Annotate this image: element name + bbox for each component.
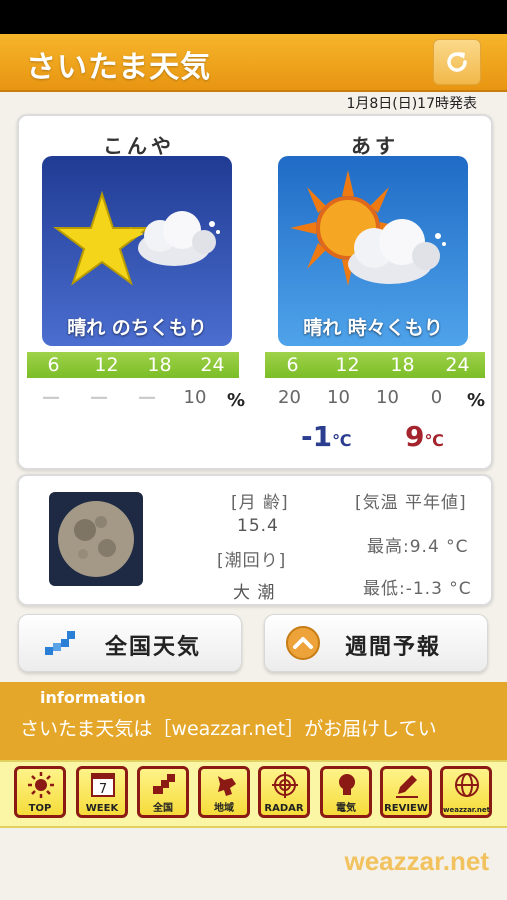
bottom-toolbar: TOP 7 WEEK 全国 地域 RADAR 電気 REVIEW weazzar… [0, 760, 507, 828]
toolbar-label: WEEK [85, 803, 119, 814]
weather-label-tomorrow: 晴れ 時々くもり [303, 317, 443, 339]
normal-high: 最高:9.4 °C [367, 537, 469, 557]
refresh-button[interactable] [433, 39, 481, 85]
info-panel: [月 齢] 15.4 [潮回り] 大 潮 [気温 平年値] 最高:9.4 °C … [17, 474, 493, 606]
information-text: さいたま天気は［weazzar.net］がお届けしてい [20, 718, 437, 740]
weather-image-tonight: 晴れ のちくもり [42, 156, 232, 346]
pop-value: 20 [278, 387, 301, 408]
forecast-title: こんや [103, 134, 175, 158]
pop-value: — [42, 387, 60, 408]
forecast-panel: こんや 晴れ のちくもり 6 12 18 24 — — — 10 % あす 晴れ… [17, 114, 493, 470]
moon-age-value: 15.4 [237, 516, 279, 536]
hour-label: 18 [390, 354, 415, 376]
toolbar-label: TOP [28, 803, 52, 814]
bulb-icon [339, 774, 355, 795]
pop-value: 0 [430, 387, 443, 408]
radar-icon [272, 772, 298, 798]
toolbar-label: 全国 [153, 803, 173, 814]
national-weather-label: 全国天気 [105, 635, 202, 660]
refresh-icon [447, 52, 467, 72]
full-moon-icon [58, 501, 134, 577]
min-temp: -1℃ [301, 420, 351, 453]
calendar-icon: 7 [91, 773, 115, 797]
tide-label: [潮回り] [217, 551, 287, 571]
temp-unit: ℃ [424, 431, 444, 450]
toolbar-top-button[interactable]: TOP [14, 766, 66, 818]
status-bar [0, 0, 507, 34]
toolbar-weazzar-button[interactable]: weazzar.net [440, 766, 492, 818]
app-title: さいたま天気 [26, 50, 212, 85]
globe-icon [455, 773, 479, 797]
moon-image [49, 492, 143, 586]
weather-label-tonight: 晴れ のちくもり [67, 317, 207, 339]
pop-value: 10 [327, 387, 350, 408]
toolbar-label: REVIEW [384, 803, 428, 814]
hour-label: 24 [200, 354, 225, 376]
national-weather-button[interactable]: 全国天気 [18, 614, 242, 672]
min-temp-value: -1 [301, 420, 333, 453]
pop-value: — [90, 387, 108, 408]
max-temp-value: 9 [405, 420, 425, 453]
svg-text:7: 7 [99, 782, 107, 797]
hour-label: 6 [47, 354, 60, 376]
hour-label: 6 [286, 354, 299, 376]
hour-label: 12 [335, 354, 360, 376]
pop-row-tomorrow: 20 10 10 0 [265, 386, 461, 410]
hour-bar-tonight: 6 12 18 24 [27, 352, 239, 378]
toolbar-label: 電気 [336, 803, 356, 814]
footer-logo: weazzar.net [344, 846, 489, 876]
japan-map-icon [153, 774, 175, 794]
app-header: さいたま天気 [0, 34, 507, 92]
toolbar-electricity-button[interactable]: 電気 [320, 766, 372, 818]
information-title: information [40, 688, 146, 707]
issued-time: 1月8日(日)17時発表 [346, 96, 477, 112]
toolbar-review-button[interactable]: REVIEW [380, 766, 432, 818]
percent-unit: % [467, 390, 486, 411]
normal-temp-label: [気温 平年値] [355, 493, 467, 513]
weekly-forecast-label: 週間予報 [345, 635, 442, 660]
pop-value: 10 [183, 387, 207, 408]
weather-image-tomorrow: 晴れ 時々くもり [278, 156, 468, 346]
forecast-title: あす [351, 134, 399, 158]
pop-value: — [138, 387, 156, 408]
hokkaido-map-icon [218, 776, 236, 796]
information-bar[interactable]: information さいたま天気は［weazzar.net］がお届けしてい [0, 682, 507, 760]
normal-low: 最低:-1.3 °C [363, 579, 472, 599]
percent-unit: % [227, 390, 246, 411]
sun-cloud-icon [290, 170, 446, 286]
tide-value: 大 潮 [233, 583, 276, 603]
toolbar-national-button[interactable]: 全国 [137, 766, 189, 818]
toolbar-label: 地域 [214, 803, 234, 814]
max-temp: 9℃ [405, 420, 444, 453]
hour-label: 24 [445, 354, 470, 376]
pop-value: 10 [376, 387, 399, 408]
sun-icon [28, 772, 54, 798]
pencil-icon [396, 775, 418, 798]
hour-label: 18 [147, 354, 172, 376]
chevron-up-icon [286, 626, 320, 660]
toolbar-week-button[interactable]: 7 WEEK [76, 766, 128, 818]
toolbar-radar-button[interactable]: RADAR [258, 766, 310, 818]
hour-bar-tomorrow: 6 12 18 24 [265, 352, 485, 378]
star-cloud-icon [53, 190, 220, 286]
toolbar-region-button[interactable]: 地域 [198, 766, 250, 818]
moon-age-label: [月 齢] [231, 493, 289, 513]
toolbar-label: weazzar.net [443, 806, 491, 814]
japan-map-icon [45, 631, 75, 655]
pop-row-tonight: — — — 10 [27, 386, 219, 410]
weekly-forecast-button[interactable]: 週間予報 [264, 614, 488, 672]
toolbar-label: RADAR [264, 803, 304, 814]
temp-unit: ℃ [332, 431, 352, 450]
hour-label: 12 [94, 354, 119, 376]
